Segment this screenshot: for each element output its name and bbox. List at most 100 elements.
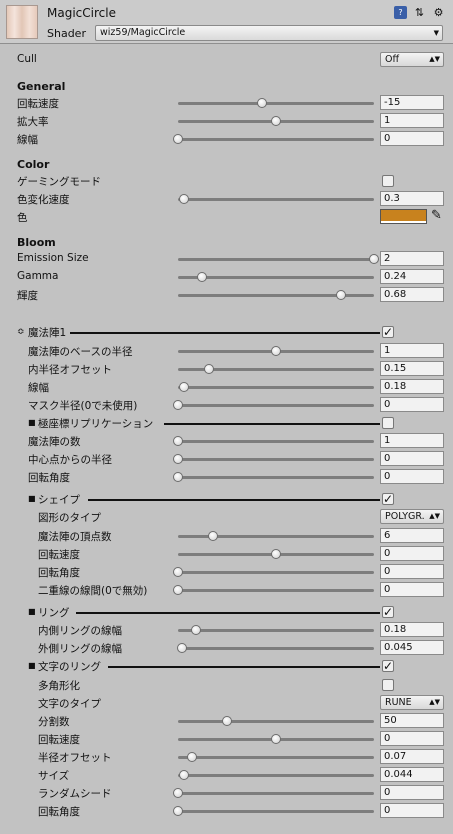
material-preview[interactable]	[6, 5, 38, 39]
slider-knob[interactable]	[173, 134, 183, 144]
base-radius-slider[interactable]	[178, 346, 374, 356]
gamma-slider[interactable]	[178, 272, 374, 282]
tr-rotation-field[interactable]: 0	[380, 803, 444, 818]
polar-count-field[interactable]: 1	[380, 433, 444, 448]
hue-speed-slider[interactable]	[178, 194, 374, 204]
polar-checkbox[interactable]	[382, 417, 394, 429]
random-seed-slider[interactable]	[173, 788, 374, 798]
inner-offset-field[interactable]: 0.15	[380, 361, 444, 376]
shape-type-dropdown[interactable]: POLYGR. ▲▼	[380, 509, 444, 524]
slider-knob[interactable]	[222, 716, 232, 726]
slider-knob[interactable]	[173, 788, 183, 798]
outer-ring-slider[interactable]	[176, 643, 374, 653]
polar-header-row[interactable]: ■ 極座標リプリケーション	[0, 414, 453, 432]
shape-rotation-speed-slider[interactable]	[178, 549, 374, 559]
slider-knob[interactable]	[190, 625, 201, 635]
hue-speed-field[interactable]: 0.3	[380, 191, 444, 206]
text-ring-header-row[interactable]: ■ 文字のリング ✓	[0, 657, 453, 675]
slider-knob[interactable]	[173, 567, 183, 577]
slider-knob[interactable]	[369, 254, 379, 264]
slider-knob[interactable]	[178, 770, 189, 780]
slider-knob[interactable]	[173, 585, 183, 595]
scale-field[interactable]: 1	[380, 113, 444, 128]
circle1-checkbox[interactable]: ✓	[382, 326, 394, 338]
slider-knob[interactable]	[208, 531, 219, 541]
brightness-slider[interactable]	[178, 290, 374, 300]
double-gap-field[interactable]: 0	[380, 582, 444, 597]
radius-offset-field[interactable]: 0.07	[380, 749, 444, 764]
tr-rotation-slider[interactable]	[173, 806, 374, 816]
vertices-field[interactable]: 6	[380, 528, 444, 543]
emission-field[interactable]: 2	[380, 251, 444, 266]
polar-count-slider[interactable]	[173, 436, 374, 446]
slider-knob[interactable]	[176, 643, 187, 653]
cull-dropdown[interactable]: Off ▲▼	[380, 52, 444, 67]
foldout-icon[interactable]: ≎	[17, 325, 25, 337]
slider-knob[interactable]	[186, 752, 197, 762]
shape-header-row[interactable]: ■ シェイプ ✓	[0, 490, 453, 508]
slider-knob[interactable]	[335, 290, 346, 300]
eyedropper-icon[interactable]: ✎	[431, 208, 442, 223]
inner-ring-slider[interactable]	[178, 625, 374, 635]
preset-icon[interactable]: ⇅	[413, 6, 426, 19]
rotation-speed-slider[interactable]	[178, 98, 374, 108]
outer-ring-field[interactable]: 0.045	[380, 640, 444, 655]
mask-radius-slider[interactable]	[173, 400, 374, 410]
double-gap-slider[interactable]	[173, 585, 374, 595]
inner-ring-field[interactable]: 0.18	[380, 622, 444, 637]
size-slider[interactable]	[178, 770, 374, 780]
c1-line-width-field[interactable]: 0.18	[380, 379, 444, 394]
center-radius-slider[interactable]	[173, 454, 374, 464]
slider-knob[interactable]	[271, 346, 281, 356]
ring-header-row[interactable]: ■ リング ✓	[0, 603, 453, 621]
radius-offset-slider[interactable]	[178, 752, 374, 762]
slider-knob[interactable]	[173, 454, 183, 464]
gaming-mode-checkbox[interactable]	[382, 175, 394, 187]
slider-knob[interactable]	[173, 472, 183, 482]
brightness-field[interactable]: 0.68	[380, 287, 444, 302]
slider-knob[interactable]	[257, 98, 268, 108]
help-book-icon[interactable]: ?	[394, 6, 407, 19]
base-radius-field[interactable]: 1	[380, 343, 444, 358]
text-ring-checkbox[interactable]: ✓	[382, 660, 394, 672]
center-radius-field[interactable]: 0	[380, 451, 444, 466]
inner-offset-slider[interactable]	[178, 364, 374, 374]
slider-knob[interactable]	[173, 400, 183, 410]
emission-slider[interactable]	[178, 254, 379, 264]
shape-rotation-speed-field[interactable]: 0	[380, 546, 444, 561]
gamma-field[interactable]: 0.24	[380, 269, 444, 284]
rotation-speed-field[interactable]: -15	[380, 95, 444, 110]
vertices-slider[interactable]	[178, 531, 374, 541]
circle1-header-row[interactable]: ≎ 魔法陣1 ✓	[0, 323, 453, 341]
slider-knob[interactable]	[178, 382, 189, 392]
slider-knob[interactable]	[204, 364, 215, 374]
tr-rotation-speed-slider[interactable]	[178, 734, 374, 744]
tr-rotation-speed-field[interactable]: 0	[380, 731, 444, 746]
shape-checkbox[interactable]: ✓	[382, 493, 394, 505]
gear-icon[interactable]: ⚙	[432, 6, 445, 19]
ring-checkbox[interactable]: ✓	[382, 606, 394, 618]
shader-dropdown[interactable]: wiz59/MagicCircle ▼	[95, 25, 443, 41]
shape-rotation-field[interactable]: 0	[380, 564, 444, 579]
color-swatch[interactable]	[380, 209, 427, 224]
scale-slider[interactable]	[178, 116, 374, 126]
polar-rotation-slider[interactable]	[173, 472, 374, 482]
polygonize-checkbox[interactable]	[382, 679, 394, 691]
random-seed-field[interactable]: 0	[380, 785, 444, 800]
mask-radius-field[interactable]: 0	[380, 397, 444, 412]
line-width-field[interactable]: 0	[380, 131, 444, 146]
slider-knob[interactable]	[173, 806, 183, 816]
divisions-field[interactable]: 50	[380, 713, 444, 728]
slider-knob[interactable]	[271, 734, 281, 744]
char-type-dropdown[interactable]: RUNE ▲▼	[380, 695, 444, 710]
size-field[interactable]: 0.044	[380, 767, 444, 782]
shape-rotation-slider[interactable]	[173, 567, 374, 577]
divisions-slider[interactable]	[178, 716, 374, 726]
slider-knob[interactable]	[271, 549, 281, 559]
c1-line-width-slider[interactable]	[178, 382, 374, 392]
slider-knob[interactable]	[196, 272, 207, 282]
slider-knob[interactable]	[173, 436, 183, 446]
polar-rotation-field[interactable]: 0	[380, 469, 444, 484]
slider-knob[interactable]	[178, 194, 189, 204]
slider-knob[interactable]	[271, 116, 281, 126]
